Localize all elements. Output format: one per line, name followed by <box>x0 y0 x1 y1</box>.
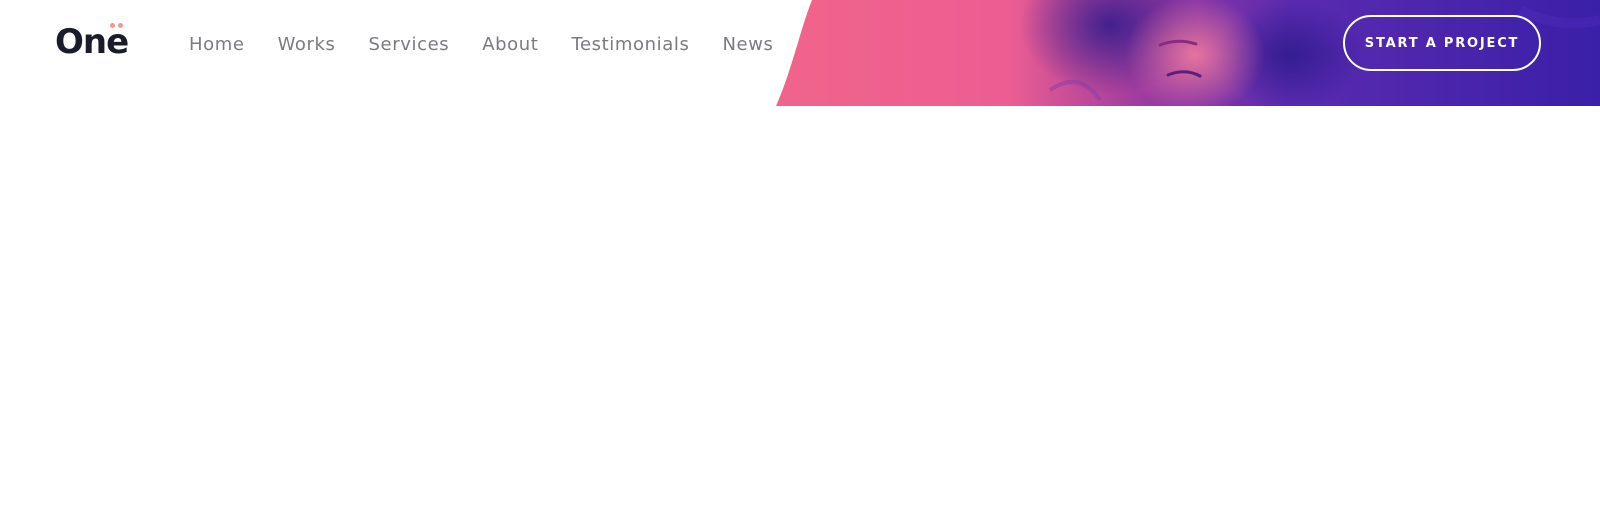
logo-text: One <box>55 22 129 62</box>
nav-news[interactable]: News <box>722 34 773 55</box>
logo-dots <box>110 23 123 28</box>
nav-works[interactable]: Works <box>278 34 336 55</box>
logo-dot <box>118 23 123 28</box>
main-nav: Home Works Services About Testimonials N… <box>189 30 807 58</box>
nav-services[interactable]: Services <box>369 34 450 55</box>
logo-dot <box>110 23 115 28</box>
nav-about[interactable]: About <box>482 34 538 55</box>
logo[interactable]: One <box>55 22 129 62</box>
nav-home[interactable]: Home <box>189 34 245 55</box>
start-project-button[interactable]: START A PROJECT <box>1343 15 1541 71</box>
page: One Home Works Services About Testimonia… <box>0 0 1600 510</box>
site-header: One Home Works Services About Testimonia… <box>0 0 1600 106</box>
nav-testimonials[interactable]: Testimonials <box>571 34 689 55</box>
